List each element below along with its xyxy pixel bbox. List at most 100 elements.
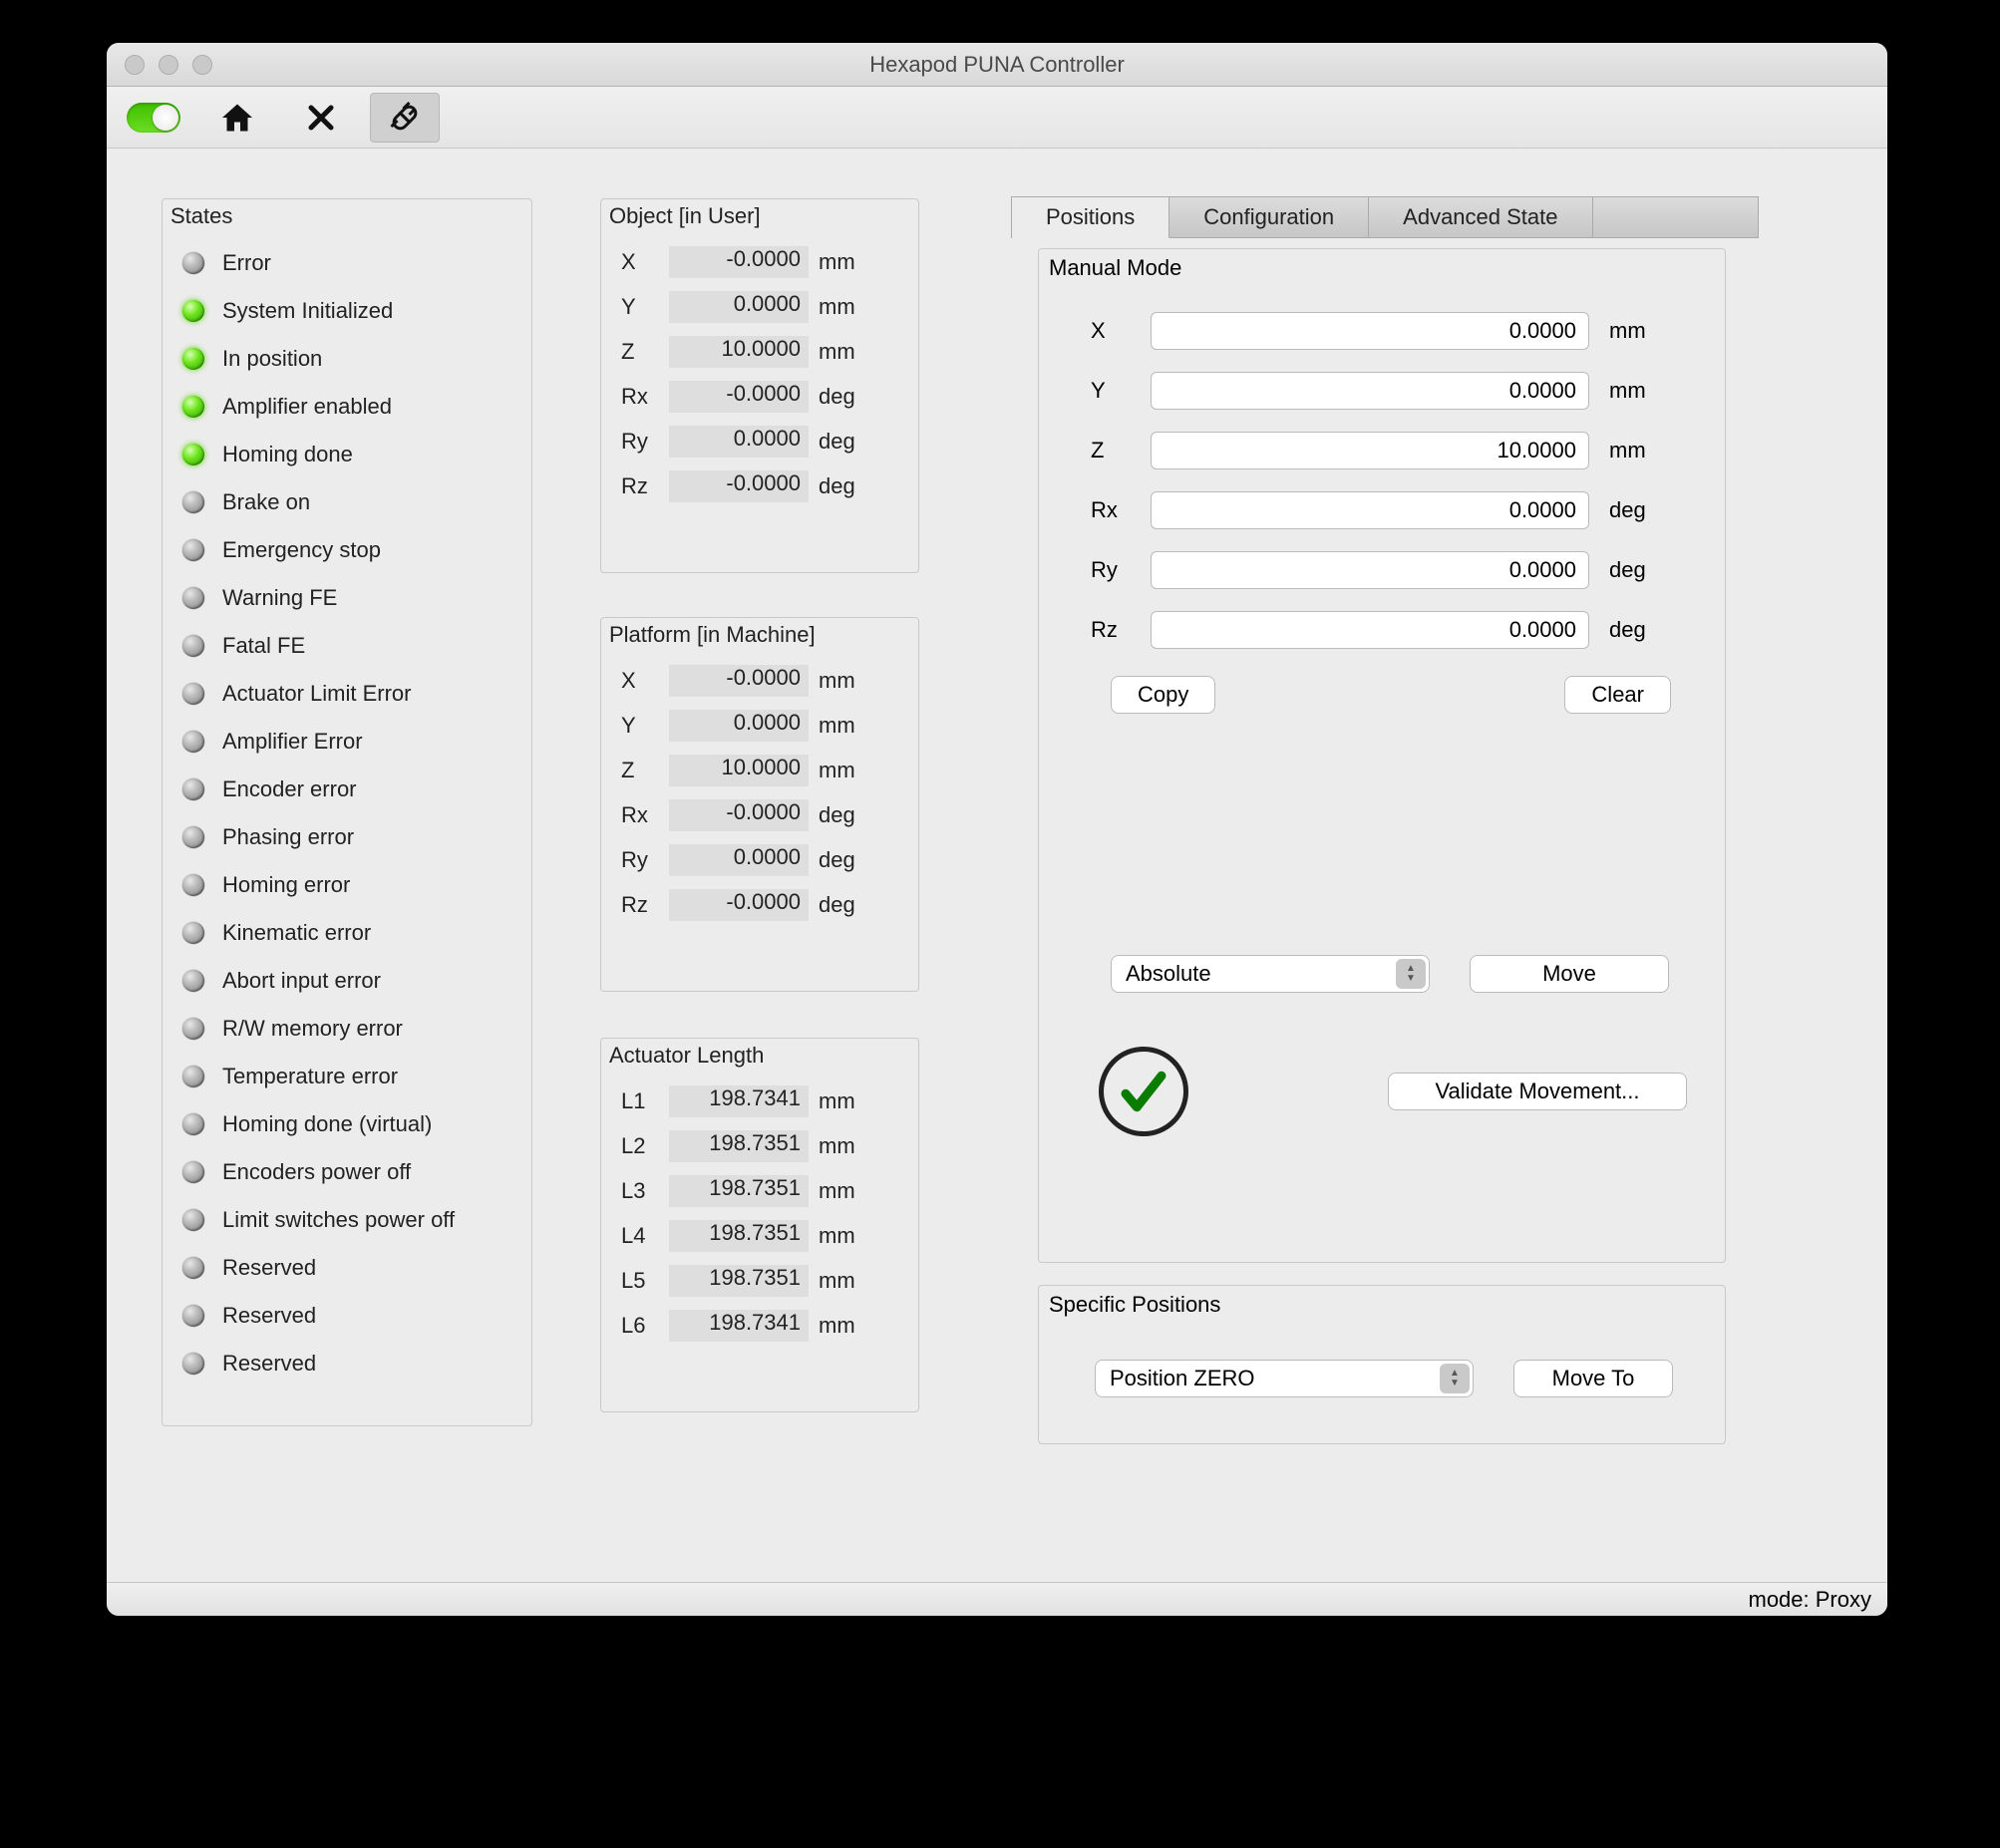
state-label: Homing done (virtual) bbox=[222, 1111, 432, 1137]
move-mode-select[interactable]: Absolute ▲▼ bbox=[1111, 955, 1430, 993]
coord-input[interactable] bbox=[1151, 372, 1589, 410]
tab-filler bbox=[1593, 197, 1759, 237]
platform-title: Platform [in Machine] bbox=[601, 618, 918, 658]
coord-unit: deg bbox=[819, 384, 870, 410]
coord-unit: mm bbox=[819, 1313, 870, 1339]
coord-row: Rx-0.0000deg bbox=[601, 792, 918, 837]
status-led-icon bbox=[182, 252, 204, 274]
state-label: Reserved bbox=[222, 1351, 316, 1377]
coord-row: Rx-0.0000deg bbox=[601, 374, 918, 419]
status-mode: mode: Proxy bbox=[1749, 1587, 1872, 1613]
zoom-icon[interactable] bbox=[192, 55, 212, 75]
state-row: Encoders power off bbox=[163, 1148, 531, 1196]
coord-row: Y0.0000mm bbox=[601, 284, 918, 329]
coord-unit: mm bbox=[819, 339, 870, 365]
coord-input[interactable] bbox=[1151, 312, 1589, 350]
plug-icon bbox=[387, 100, 423, 136]
tab-advanced-state[interactable]: Advanced State bbox=[1369, 197, 1592, 237]
minimize-icon[interactable] bbox=[159, 55, 178, 75]
coord-unit: deg bbox=[819, 473, 870, 499]
window-controls bbox=[107, 55, 212, 75]
coord-row: Y0.0000mm bbox=[601, 703, 918, 748]
coord-row: L4198.7351mm bbox=[601, 1213, 918, 1258]
states-panel: States ErrorSystem InitializedIn positio… bbox=[162, 198, 532, 1426]
cancel-button[interactable] bbox=[286, 93, 356, 143]
coord-unit: deg bbox=[1609, 497, 1661, 523]
coord-unit: mm bbox=[819, 668, 870, 694]
state-label: R/W memory error bbox=[222, 1016, 403, 1042]
coord-label: Rz bbox=[621, 892, 659, 918]
close-icon[interactable] bbox=[125, 55, 145, 75]
validate-movement-button[interactable]: Validate Movement... bbox=[1388, 1073, 1687, 1110]
state-row: Abort input error bbox=[163, 957, 531, 1005]
state-row: Reserved bbox=[163, 1244, 531, 1292]
status-led-icon bbox=[182, 587, 204, 609]
coord-input[interactable] bbox=[1151, 551, 1589, 589]
coord-input[interactable] bbox=[1151, 432, 1589, 469]
state-row: Amplifier enabled bbox=[163, 383, 531, 431]
coord-unit: mm bbox=[1609, 318, 1661, 344]
move-to-button[interactable]: Move To bbox=[1513, 1360, 1673, 1397]
status-led-icon bbox=[182, 1209, 204, 1231]
coord-row: L1198.7341mm bbox=[601, 1078, 918, 1123]
coord-label: Rz bbox=[621, 473, 659, 499]
coord-label: X bbox=[621, 668, 659, 694]
clear-button[interactable]: Clear bbox=[1564, 676, 1671, 714]
coord-value: -0.0000 bbox=[669, 381, 809, 413]
specific-positions-panel: Specific Positions Position ZERO ▲▼ Move… bbox=[1038, 1285, 1726, 1444]
specific-title: Specific Positions bbox=[1039, 1286, 1725, 1324]
coord-input[interactable] bbox=[1151, 491, 1589, 529]
plug-button[interactable] bbox=[370, 93, 440, 143]
coord-input[interactable] bbox=[1151, 611, 1589, 649]
tab-configuration[interactable]: Configuration bbox=[1169, 197, 1369, 237]
coord-unit: mm bbox=[819, 249, 870, 275]
copy-button[interactable]: Copy bbox=[1111, 676, 1215, 714]
coord-label: Z bbox=[621, 339, 659, 365]
platform-in-machine-panel: Platform [in Machine] X -0.0000 mm Y0.0000m… bbox=[600, 617, 919, 992]
status-led-icon bbox=[182, 1018, 204, 1040]
coord-unit: mm bbox=[819, 1133, 870, 1159]
coord-row: X-0.0000mm bbox=[601, 239, 918, 284]
state-row: Phasing error bbox=[163, 813, 531, 861]
actuator-title: Actuator Length bbox=[601, 1039, 918, 1078]
toggle-on-button[interactable] bbox=[119, 93, 188, 143]
coord-unit: mm bbox=[819, 1223, 870, 1249]
coord-label: X bbox=[1091, 318, 1131, 344]
status-led-icon bbox=[182, 1161, 204, 1183]
coord-value: -0.0000 bbox=[669, 246, 809, 278]
status-led-icon bbox=[182, 683, 204, 705]
state-row: Homing error bbox=[163, 861, 531, 909]
status-led-icon bbox=[182, 731, 204, 753]
specific-position-select[interactable]: Position ZERO ▲▼ bbox=[1095, 1360, 1474, 1397]
body-area: States ErrorSystem InitializedIn positio… bbox=[107, 149, 1887, 1582]
state-row: In position bbox=[163, 335, 531, 383]
state-label: Homing done bbox=[222, 442, 353, 467]
home-button[interactable] bbox=[202, 93, 272, 143]
coord-label: Z bbox=[1091, 438, 1131, 463]
move-button[interactable]: Move bbox=[1470, 955, 1669, 993]
coord-value: -0.0000 bbox=[669, 889, 809, 921]
coord-value: 0.0000 bbox=[669, 844, 809, 876]
state-label: Amplifier Error bbox=[222, 729, 363, 755]
state-label: System Initialized bbox=[222, 298, 393, 324]
status-led-icon bbox=[182, 1257, 204, 1279]
coord-unit: deg bbox=[819, 847, 870, 873]
coord-label: Ry bbox=[621, 429, 659, 455]
manual-title: Manual Mode bbox=[1039, 249, 1725, 287]
state-row: Encoder error bbox=[163, 766, 531, 813]
state-label: Kinematic error bbox=[222, 920, 371, 946]
state-label: In position bbox=[222, 346, 322, 372]
coord-value: 198.7351 bbox=[669, 1265, 809, 1297]
state-row: Amplifier Error bbox=[163, 718, 531, 766]
status-led-icon bbox=[182, 1305, 204, 1327]
window-title: Hexapod PUNA Controller bbox=[107, 52, 1887, 78]
coord-value: -0.0000 bbox=[669, 665, 809, 697]
coord-unit: mm bbox=[819, 758, 870, 783]
state-row: Fatal FE bbox=[163, 622, 531, 670]
coord-value: -0.0000 bbox=[669, 799, 809, 831]
tab-positions[interactable]: Positions bbox=[1012, 197, 1169, 238]
status-led-icon bbox=[182, 396, 204, 418]
coord-row: L5198.7351mm bbox=[601, 1258, 918, 1303]
specific-position-value: Position ZERO bbox=[1110, 1366, 1255, 1391]
state-row: Homing done bbox=[163, 431, 531, 478]
